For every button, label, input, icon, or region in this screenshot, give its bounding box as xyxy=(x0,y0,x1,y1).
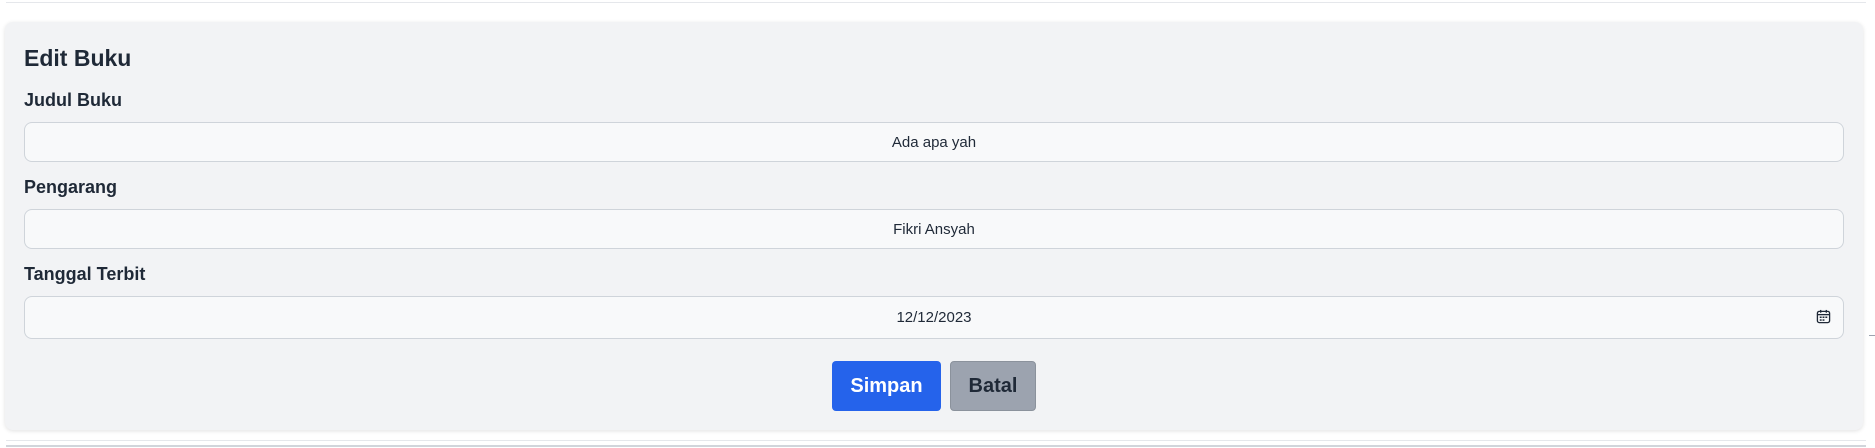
title-label: Judul Buku xyxy=(24,90,122,110)
scroll-edge-mark xyxy=(1869,335,1875,336)
cancel-button[interactable]: Batal xyxy=(950,361,1036,411)
title-input[interactable] xyxy=(24,122,1844,162)
bottom-divider xyxy=(6,440,1866,447)
publish-date-label: Tanggal Terbit xyxy=(24,264,146,284)
publish-date-field xyxy=(24,296,1844,339)
form-title: Edit Buku xyxy=(24,45,132,71)
page: Edit Buku Judul Buku Pengarang Tanggal T… xyxy=(0,0,1875,448)
publish-date-input[interactable] xyxy=(24,296,1844,339)
edit-book-card: Edit Buku Judul Buku Pengarang Tanggal T… xyxy=(5,22,1863,430)
author-label: Pengarang xyxy=(24,177,118,197)
calendar-icon[interactable] xyxy=(1816,309,1831,324)
top-divider xyxy=(6,0,1866,3)
author-input[interactable] xyxy=(24,209,1844,249)
save-button[interactable]: Simpan xyxy=(832,361,941,411)
